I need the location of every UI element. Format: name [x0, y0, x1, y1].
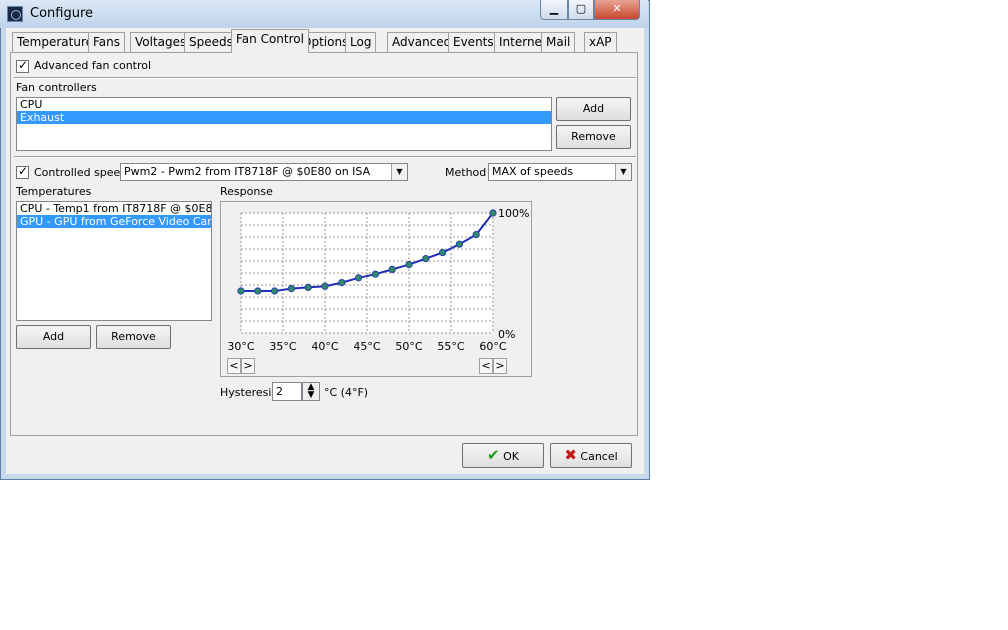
hysteresis-input[interactable]: 2: [272, 382, 302, 401]
controlled-speed-select[interactable]: Pwm2 - Pwm2 from IT8718F @ $0E80 on ISA …: [120, 163, 408, 181]
list-item[interactable]: CPU - Temp1 from IT8718F @ $0E80 on: [17, 202, 211, 215]
maximize-button[interactable]: ▢: [568, 0, 594, 20]
close-button[interactable]: ✕: [594, 0, 640, 20]
temperatures-label: Temperatures: [16, 185, 92, 198]
hysteresis-label: Hysteresis: [220, 386, 278, 399]
cross-icon: ✖: [564, 446, 577, 464]
tab-fan-control[interactable]: Fan Control: [231, 29, 309, 53]
advanced-fan-control-label: Advanced fan control: [34, 59, 152, 72]
method-label: Method: [445, 166, 487, 179]
response-point: [304, 283, 312, 292]
response-point: [439, 248, 447, 257]
separator: [14, 156, 636, 158]
response-point: [355, 274, 363, 282]
response-point: [489, 209, 497, 217]
ok-label: OK: [503, 450, 519, 463]
remove-temperature-button[interactable]: Remove: [96, 325, 171, 349]
x-tick-label: 35°C: [269, 340, 296, 353]
response-label: Response: [220, 185, 273, 198]
temperatures-list[interactable]: CPU - Temp1 from IT8718F @ $0E80 on GPU …: [16, 201, 212, 321]
window-title: Configure: [30, 6, 94, 21]
minimize-button[interactable]: ▁: [540, 0, 568, 20]
list-item[interactable]: CPU: [17, 98, 551, 111]
response-point: [371, 270, 379, 278]
advanced-fan-control-checkbox[interactable]: [16, 58, 29, 73]
tab-speeds[interactable]: Speeds: [184, 32, 238, 52]
response-point: [472, 230, 480, 239]
response-point: [287, 285, 296, 293]
tab-voltages[interactable]: Voltages: [130, 32, 192, 52]
list-item[interactable]: Exhaust: [17, 111, 551, 124]
response-chart[interactable]: 30°C 35°C 40°C 45°C 50°C 55°C 60°C 100% 0% < > <…: [220, 201, 532, 377]
response-point: [254, 287, 262, 295]
chevron-left-icon[interactable]: <: [227, 358, 241, 374]
tab-log[interactable]: Log: [345, 32, 377, 52]
x-tick-label: 40°C: [311, 340, 338, 353]
response-point: [321, 282, 329, 290]
add-fan-controller-button[interactable]: Add: [556, 97, 631, 121]
tab-events[interactable]: Events: [448, 32, 499, 52]
chevron-left-icon[interactable]: <: [479, 358, 493, 374]
y-tick-label: 100%: [498, 207, 529, 220]
response-point: [237, 287, 245, 295]
y-tick-label: 0%: [498, 328, 515, 341]
tab-fans[interactable]: Fans: [88, 32, 126, 52]
response-point: [338, 279, 346, 287]
tab-xap[interactable]: xAP: [584, 32, 617, 52]
x-tick-label: 60°C: [479, 340, 506, 353]
response-point: [455, 240, 463, 248]
response-point: [405, 260, 413, 269]
remove-fan-controller-button[interactable]: Remove: [556, 125, 631, 149]
x-tick-label: 45°C: [353, 340, 380, 353]
chevron-right-icon[interactable]: >: [493, 358, 507, 374]
method-select[interactable]: MAX of speeds ▼: [488, 163, 632, 181]
x-tick-label: 50°C: [395, 340, 422, 353]
hysteresis-stepper[interactable]: ▲ ▼: [302, 382, 320, 401]
checkmark-icon: ✔: [487, 446, 500, 464]
x-tick-label: 30°C: [227, 340, 254, 353]
method-value: MAX of speeds: [492, 165, 574, 178]
ok-button[interactable]: ✔ OK: [462, 443, 544, 468]
response-curve-chart: 30°C 35°C 40°C 45°C 50°C 55°C 60°C 100% 0%: [227, 207, 529, 353]
fan-controllers-label: Fan controllers: [16, 81, 97, 94]
hysteresis-unit: °C (4°F): [324, 386, 369, 399]
tab-mail[interactable]: Mail: [541, 32, 576, 52]
fan-app-icon[interactable]: [7, 6, 23, 22]
controlled-speed-label: Controlled speed: [34, 166, 128, 179]
chevron-down-icon[interactable]: ▼: [391, 164, 407, 180]
controlled-speed-checkbox[interactable]: [16, 164, 29, 179]
response-point: [422, 254, 430, 263]
list-item[interactable]: GPU - GPU from GeForce Video Card @: [17, 215, 211, 228]
controlled-speed-value: Pwm2 - Pwm2 from IT8718F @ $0E80 on ISA: [124, 165, 371, 178]
chevron-right-icon[interactable]: >: [241, 358, 255, 374]
tab-advanced[interactable]: Advanced: [387, 32, 457, 52]
add-temperature-button[interactable]: Add: [16, 325, 91, 349]
response-point: [388, 265, 396, 274]
separator: [14, 77, 636, 79]
response-point: [270, 287, 279, 295]
cancel-label: Cancel: [580, 450, 618, 463]
fan-controllers-list[interactable]: CPU Exhaust: [16, 97, 552, 151]
chevron-down-icon[interactable]: ▼: [615, 164, 631, 180]
x-tick-label: 55°C: [437, 340, 464, 353]
cancel-button[interactable]: ✖ Cancel: [550, 443, 632, 468]
